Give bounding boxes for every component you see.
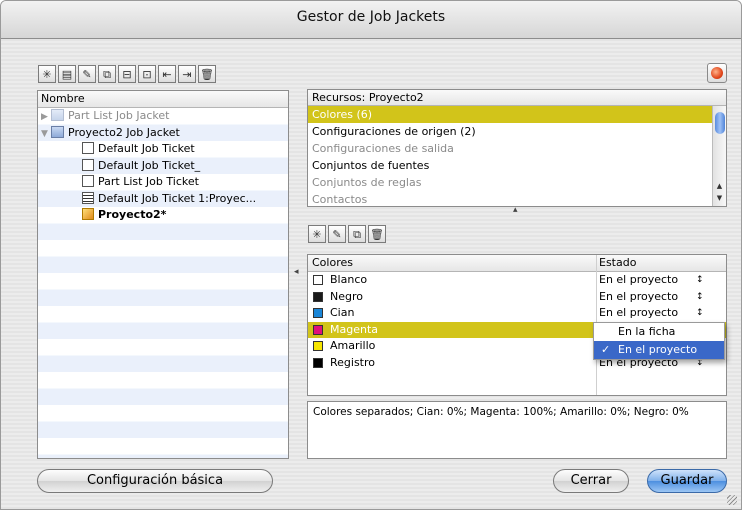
tree-item[interactable]: ▶ Part List Job Jacket <box>41 108 169 125</box>
color-name: Magenta <box>330 322 379 336</box>
jacket-icon <box>51 109 64 121</box>
color-row[interactable]: Cian En el proyecto ↕ <box>308 305 726 322</box>
delete-icon[interactable]: 🗑︎ <box>368 225 386 243</box>
delete-icon[interactable]: 🗑︎ <box>198 65 216 83</box>
tree-item-label: Part List Job Jacket <box>68 109 170 122</box>
new-jacket-icon[interactable]: ✳ <box>38 65 56 83</box>
project-icon <box>82 208 94 220</box>
color-info-box: Colores separados; Cian: 0%; Magenta: 10… <box>307 401 727 459</box>
resources-header: Recursos: Proyecto2 <box>308 90 726 106</box>
state-popup-menu[interactable]: En la ficha ✓ En el proyecto <box>593 322 725 360</box>
popup-arrows-icon[interactable]: ↕ <box>696 289 704 305</box>
disclosure-right-icon[interactable]: ▶ <box>41 109 51 125</box>
jacket-icon <box>51 125 64 138</box>
resource-item[interactable]: Conjuntos de reglas <box>308 174 726 191</box>
save-button[interactable]: Guardar <box>647 469 727 493</box>
resource-item[interactable]: Colores (6) <box>308 106 726 123</box>
tree-item[interactable]: Default Job Ticket 1:Proyec... <box>82 191 256 208</box>
tree-item-label: Default Job Ticket_ <box>98 158 201 172</box>
tree-item-label: Default Job Ticket 1:Proyec... <box>98 191 257 205</box>
export-icon[interactable]: ⇥ <box>178 65 196 83</box>
ticket-active-icon <box>82 191 94 204</box>
color-row[interactable]: Blanco En el proyecto ↕ <box>308 272 726 289</box>
colors-table-header: Colores Estado <box>308 255 726 272</box>
resource-item[interactable]: Conjuntos de fuentes <box>308 157 726 174</box>
splitter-handle[interactable]: ◂ <box>294 267 299 277</box>
color-state[interactable]: En el proyecto <box>599 289 678 305</box>
left-toolbar: ✳ ▤ ✎ ⧉ ⊟ ⊡ ⇤ ⇥ 🗑︎ <box>38 65 216 83</box>
resources-scrollbar[interactable]: ▲ ▼ <box>712 106 726 206</box>
color-name: Registro <box>330 355 376 369</box>
new-ticket-icon[interactable]: ▤ <box>58 65 76 83</box>
color-state[interactable]: En el proyecto <box>599 272 678 288</box>
tree-item[interactable]: Proyecto2* <box>82 207 166 224</box>
menu-item-en-el-proyecto[interactable]: ✓ En el proyecto <box>594 341 724 359</box>
tree-item-label: Proyecto2 Job Jacket <box>68 125 180 139</box>
tree-item[interactable]: Default Job Ticket <box>82 141 195 158</box>
color-swatch-icon <box>313 324 323 335</box>
color-swatch-icon <box>313 275 323 285</box>
color-swatch-icon <box>313 308 323 318</box>
color-name: Negro <box>330 289 363 303</box>
help-icon <box>711 67 723 79</box>
edit-icon[interactable]: ✎ <box>328 225 346 243</box>
resource-item[interactable]: Configuraciones de salida <box>308 140 726 157</box>
duplicate-icon[interactable]: ⧉ <box>348 225 366 243</box>
scroll-down-icon[interactable]: ▼ <box>713 194 726 202</box>
tree-item-label: Part List Job Ticket <box>98 175 199 188</box>
tree-item[interactable]: ▼ Proyecto2 Job Jacket <box>41 125 180 142</box>
color-name: Amarillo <box>330 339 376 352</box>
resource-item[interactable]: Contactos <box>308 191 726 206</box>
color-row[interactable]: Negro En el proyecto ↕ <box>308 289 726 306</box>
ticket-icon <box>82 158 94 171</box>
tree-item[interactable]: Default Job Ticket_ <box>82 158 200 175</box>
ticket-icon <box>82 142 94 154</box>
color-swatch-icon <box>313 341 323 351</box>
popup-arrows-icon[interactable]: ↕ <box>696 272 704 288</box>
menu-item-label: En la ficha <box>618 325 676 338</box>
disclosure-down-icon[interactable]: ▼ <box>41 126 51 142</box>
tree-item-label: Default Job Ticket <box>98 142 195 155</box>
scroll-thumb[interactable] <box>715 112 725 134</box>
resources-list[interactable]: Recursos: Proyecto2 Colores (6) Configur… <box>307 89 727 207</box>
import-icon[interactable]: ⇤ <box>158 65 176 83</box>
tree-item[interactable]: Part List Job Ticket <box>82 174 199 191</box>
menu-item-label: En el proyecto <box>618 343 698 356</box>
color-name: Blanco <box>330 273 368 286</box>
basic-settings-button[interactable]: Configuración básica <box>37 469 273 493</box>
resource-toolbar: ✳ ✎ ⧉ 🗑︎ <box>308 225 386 243</box>
tree-header[interactable]: Nombre <box>38 91 288 108</box>
checkmark-icon: ✓ <box>601 343 611 356</box>
color-state[interactable]: En el proyecto <box>599 305 678 321</box>
open-folder-alt-icon[interactable]: ⊡ <box>138 65 156 83</box>
edit-icon[interactable]: ✎ <box>78 65 96 83</box>
job-jackets-window: Gestor de Job Jackets ✳ ▤ ✎ ⧉ ⊟ ⊡ ⇤ ⇥ 🗑︎… <box>0 0 742 510</box>
color-swatch-icon <box>313 291 323 302</box>
duplicate-icon[interactable]: ⧉ <box>98 65 116 83</box>
tree-rows: ▶ Part List Job Jacket ▼ Proyecto2 Job Jac… <box>38 108 288 458</box>
state-column-header[interactable]: Estado <box>599 255 636 271</box>
help-button[interactable] <box>707 63 727 83</box>
popup-arrows-icon[interactable]: ↕ <box>696 305 704 321</box>
colors-column-header[interactable]: Colores <box>312 255 353 271</box>
color-name: Cian <box>330 306 355 319</box>
window-title: Gestor de Job Jackets <box>296 9 446 25</box>
color-swatch-icon <box>313 357 323 368</box>
resize-grip-icon[interactable] <box>727 495 737 505</box>
resource-item[interactable]: Configuraciones de origen (2) <box>308 123 726 140</box>
jacket-tree[interactable]: Nombre ▶ Part List Job Jacket ▼ Proyecto2 … <box>37 90 289 459</box>
open-folder-icon[interactable]: ⊟ <box>118 65 136 83</box>
title-bar[interactable]: Gestor de Job Jackets <box>1 1 741 39</box>
tree-item-label: Proyecto2* <box>98 208 167 221</box>
close-button[interactable]: Cerrar <box>553 469 629 493</box>
new-icon[interactable]: ✳ <box>308 225 326 243</box>
menu-item-en-la-ficha[interactable]: En la ficha <box>594 323 724 341</box>
ticket-icon <box>82 175 94 187</box>
scroll-up-icon[interactable]: ▲ <box>713 182 726 190</box>
